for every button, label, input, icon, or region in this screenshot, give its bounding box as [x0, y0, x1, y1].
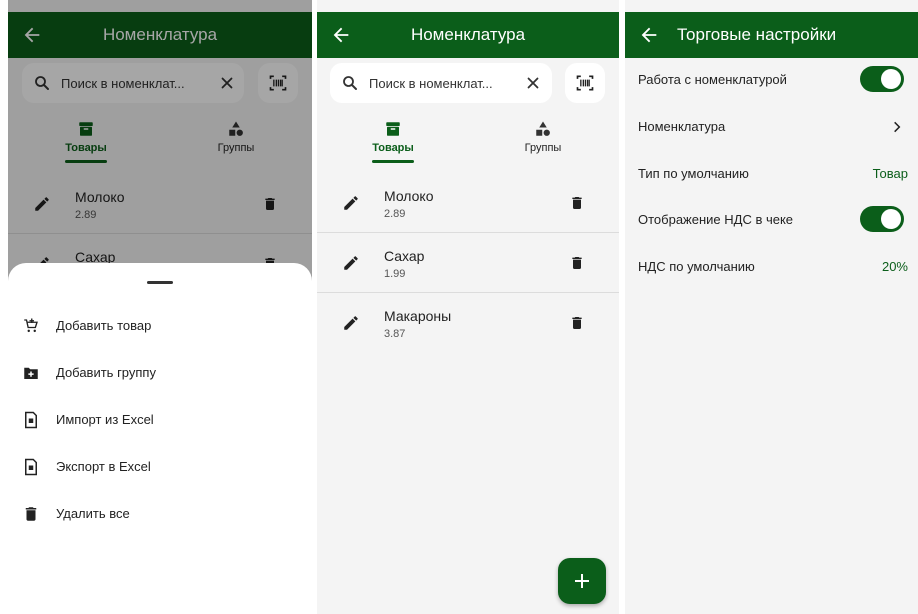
plus-icon — [575, 574, 589, 588]
trash-icon[interactable] — [569, 314, 585, 332]
menu-item-export-excel[interactable]: Экспорт в Excel — [8, 447, 312, 487]
chevron-right-icon — [894, 121, 901, 133]
setting-label: Номенклатура — [638, 119, 726, 134]
app-bar: Торговые настройки — [625, 12, 918, 58]
tab-groups-label: Группы — [524, 142, 562, 154]
item-price: 3.87 — [384, 328, 406, 340]
item-name: Макароны — [384, 308, 452, 324]
toggle-switch[interactable] — [860, 66, 904, 92]
menu-item-add-group[interactable]: Добавить группу — [8, 353, 312, 393]
tab-goods[interactable]: Товары — [353, 120, 433, 163]
item-name: Сахар — [384, 248, 425, 264]
bottom-sheet: Добавить товар Добавить группу Импорт из… — [8, 263, 312, 614]
setting-work-with-nomenclature[interactable]: Работа с номенклатурой — [625, 58, 918, 104]
setting-nomenclature[interactable]: Номенклатура — [625, 105, 918, 151]
pencil-icon[interactable] — [342, 314, 360, 332]
toggle-knob — [881, 69, 901, 89]
trash-icon[interactable] — [569, 254, 585, 272]
setting-value: 20% — [881, 259, 908, 274]
screen-trade-settings: Торговые настройки Работа с номенклатуро… — [625, 0, 918, 614]
toggle-knob — [881, 209, 901, 229]
setting-show-vat-in-receipt[interactable]: Отображение НДС в чеке — [625, 198, 918, 244]
pencil-icon[interactable] — [342, 254, 360, 272]
add-fab-button[interactable] — [558, 558, 606, 604]
setting-label: НДС по умолчанию — [638, 259, 755, 274]
drag-handle[interactable] — [147, 281, 173, 284]
close-icon[interactable] — [524, 74, 542, 92]
excel-export-icon — [25, 458, 37, 476]
setting-label: Тип по умолчанию — [638, 166, 749, 181]
trash-icon — [25, 507, 37, 521]
page-title: Номенклатура — [410, 25, 526, 44]
item-price: 2.89 — [384, 208, 406, 220]
tab-goods-label: Товары — [372, 142, 414, 154]
item-name: Молоко — [384, 188, 434, 204]
setting-value: Товар — [872, 166, 908, 181]
search-box[interactable] — [330, 63, 552, 103]
barcode-scan-button[interactable] — [565, 63, 605, 103]
menu-item-import-excel[interactable]: Импорт из Excel — [8, 400, 312, 440]
setting-default-type[interactable]: Тип по умолчанию Товар — [625, 152, 918, 198]
setting-label: Отображение НДС в чеке — [638, 212, 794, 227]
page-title: Торговые настройки — [677, 25, 837, 44]
menu-item-add-product[interactable]: Добавить товар — [8, 306, 312, 346]
screen-nomenclature-menu: Номенклатура Товары Группы Молоко 2.89 С… — [8, 0, 312, 614]
list-item[interactable]: Макароны 3.87 — [317, 293, 619, 353]
trash-icon[interactable] — [569, 194, 585, 212]
menu-item-label: Импорт из Excel — [56, 412, 154, 427]
pencil-icon[interactable] — [342, 194, 360, 212]
menu-item-label: Удалить все — [56, 506, 130, 521]
menu-item-label: Добавить товар — [56, 318, 152, 333]
shapes-icon — [536, 121, 550, 136]
search-icon — [343, 76, 357, 90]
list-item[interactable]: Сахар 1.99 — [317, 233, 619, 293]
menu-item-delete-all[interactable]: Удалить все — [8, 494, 312, 534]
tab-indicator — [372, 160, 414, 163]
list-item[interactable]: Молоко 2.89 — [317, 173, 619, 233]
folder-add-icon — [24, 367, 38, 379]
archive-box-icon — [386, 122, 400, 136]
app-bar: Номенклатура — [317, 12, 619, 58]
barcode-icon — [576, 75, 594, 91]
excel-import-icon — [25, 411, 37, 429]
item-price: 1.99 — [384, 268, 406, 280]
setting-default-vat[interactable]: НДС по умолчанию 20% — [625, 245, 918, 291]
tab-groups[interactable]: Группы — [503, 120, 583, 154]
menu-item-label: Добавить группу — [56, 365, 156, 380]
back-arrow-icon[interactable] — [638, 24, 660, 46]
screen-nomenclature: Номенклатура Товары Группы Молоко 2.89 С… — [317, 0, 619, 614]
toggle-switch[interactable] — [860, 206, 904, 232]
search-input[interactable] — [369, 63, 509, 103]
cart-add-icon — [24, 318, 38, 333]
menu-item-label: Экспорт в Excel — [56, 459, 151, 474]
setting-label: Работа с номенклатурой — [638, 72, 787, 87]
